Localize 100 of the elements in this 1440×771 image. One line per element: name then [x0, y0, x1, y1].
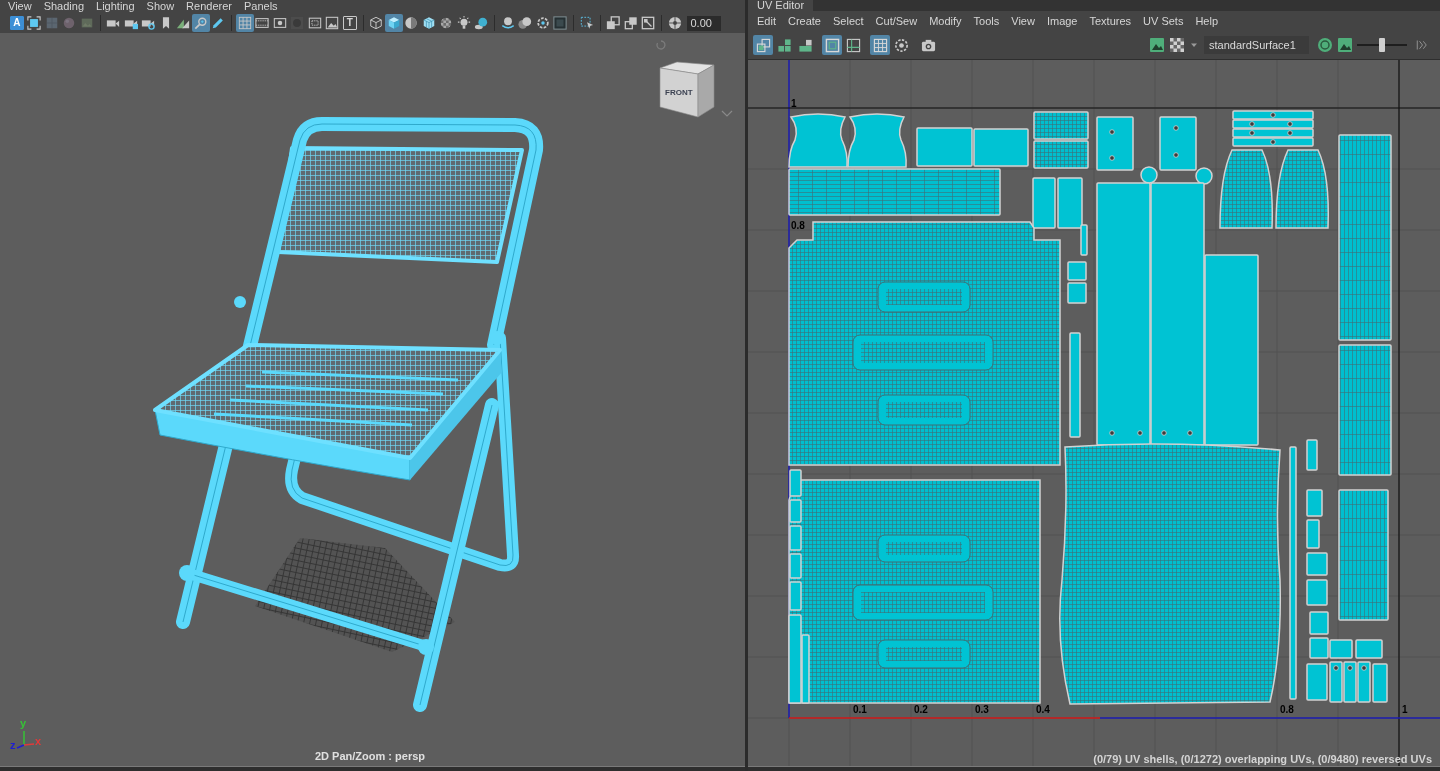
menu-item[interactable]: View — [1011, 14, 1035, 28]
uv-shell — [1372, 663, 1388, 703]
texture-slider[interactable] — [1357, 38, 1407, 52]
light-bulb-icon — [456, 16, 471, 30]
grid-label: 0.4 — [1036, 704, 1050, 715]
axis-gizmo-icon — [16, 730, 35, 749]
menu-item[interactable]: Image — [1046, 14, 1078, 28]
menu-item[interactable]: UV Sets — [1143, 14, 1184, 28]
picture-button[interactable] — [323, 14, 341, 32]
light-bulb-button[interactable] — [455, 14, 473, 32]
two-spheres-button[interactable] — [516, 14, 534, 32]
menu-item[interactable]: Edit — [757, 14, 776, 28]
dashed-ring-icon — [535, 16, 550, 30]
grid-label: 0.1 — [853, 704, 867, 715]
uv-shell — [1306, 519, 1320, 549]
frame-button[interactable] — [25, 14, 43, 32]
menu-item[interactable]: Help — [1195, 14, 1219, 28]
grid-label: 1 — [791, 98, 797, 109]
cube-face-label: FRONT — [665, 88, 693, 97]
uv-shell — [1306, 579, 1328, 606]
grid-label: 0.8 — [791, 220, 805, 231]
uv-shell — [1357, 661, 1371, 703]
aperture-button[interactable] — [666, 14, 684, 32]
camera-label: 2D Pan/Zoom : persp — [315, 750, 426, 762]
dark-square-button[interactable] — [551, 14, 569, 32]
uv-shell — [1306, 489, 1323, 517]
grid-label: 0.3 — [975, 704, 989, 715]
uv-shell — [1067, 282, 1087, 304]
grid-label: 1 — [1402, 704, 1408, 715]
menu-item[interactable]: Show — [146, 0, 175, 13]
menu-item[interactable]: View — [8, 0, 32, 13]
menu-item[interactable]: Panels — [243, 0, 278, 13]
uv-shell — [1309, 611, 1329, 635]
grid-label: 0.2 — [914, 704, 928, 715]
diagonal-square-icon — [641, 16, 656, 30]
uv-shell — [1355, 639, 1383, 659]
uv-shell — [1033, 111, 1089, 140]
pencil-icon — [211, 16, 226, 30]
stacked-squares-icon — [623, 16, 638, 30]
stacked-squares-button[interactable] — [622, 14, 640, 32]
half-shaded-sphere-button[interactable] — [402, 14, 420, 32]
grid-icon — [237, 16, 252, 30]
overlapping-squares-button[interactable] — [604, 14, 622, 32]
two-spheres-icon — [518, 16, 533, 30]
menu-item[interactable]: Tools — [973, 14, 1000, 28]
dark-square-icon — [553, 16, 568, 30]
dashed-ring-icon — [893, 37, 909, 53]
frame-icon — [27, 16, 42, 30]
grid-label: 0.8 — [1280, 704, 1294, 715]
menu-item[interactable]: Lighting — [96, 0, 135, 13]
half-shaded-sphere-icon — [404, 16, 419, 30]
diagonal-square-button[interactable] — [639, 14, 657, 32]
menu-item[interactable]: Textures — [1089, 14, 1132, 28]
split-square-icon — [845, 37, 861, 53]
shaded-cube-icon — [386, 16, 401, 30]
uv-shell — [1329, 639, 1353, 659]
uv-shell — [1343, 661, 1357, 703]
tile-icon — [44, 16, 59, 30]
picture-icon[interactable] — [1337, 37, 1353, 53]
wireframe-cube-button[interactable] — [367, 14, 385, 32]
stacked-squares-button[interactable] — [753, 35, 773, 55]
menu-item[interactable]: Shading — [43, 0, 85, 13]
menu-item[interactable]: Create — [787, 14, 821, 28]
sphere-bowl-icon — [500, 16, 515, 30]
camera-icon — [920, 37, 936, 53]
uv-shell — [1033, 140, 1089, 169]
uv-shell — [1306, 552, 1328, 576]
overlapping-squares-icon — [606, 16, 621, 30]
film-strip-icon — [255, 16, 270, 30]
cursor-select-icon — [579, 16, 594, 30]
slider-thumb[interactable] — [1379, 38, 1385, 52]
panel-tab[interactable]: UV Editor — [748, 0, 814, 11]
sphere-shadow-icon — [474, 16, 489, 30]
status-text: (0/79) UV shells, (0/1272) overlapping UVs, (0/9480) reversed UVs — [1093, 752, 1432, 766]
menu-item[interactable]: Select — [833, 14, 864, 28]
expand-handle-icon[interactable] — [1415, 39, 1427, 51]
sphere-icon — [62, 16, 77, 30]
checkered-disc-icon — [439, 16, 454, 30]
menu-item[interactable]: Modify — [929, 14, 962, 28]
uv-shell — [1309, 637, 1329, 659]
picture-icon — [325, 16, 340, 30]
magnifier-button[interactable] — [192, 14, 210, 32]
caret-icon[interactable] — [1190, 41, 1198, 49]
grid-icon — [872, 37, 888, 53]
menu-item[interactable]: Renderer — [186, 0, 232, 13]
menu-item[interactable]: Cut/Sew — [875, 14, 918, 28]
exposure-field[interactable]: 0.00 — [686, 15, 721, 31]
color-channels-icon[interactable] — [1317, 37, 1333, 53]
uv-shell — [1067, 261, 1087, 281]
picture-icon[interactable] — [1149, 37, 1165, 53]
nested-squares-icon — [824, 37, 840, 53]
checker-icon[interactable] — [1169, 37, 1185, 53]
view-cube[interactable] — [659, 61, 715, 118]
grid-cube-icon — [421, 16, 436, 30]
grid-button[interactable] — [870, 35, 890, 55]
nested-squares-button[interactable] — [822, 35, 842, 55]
shaded-cube-button[interactable] — [385, 14, 403, 32]
blocks-icon — [776, 37, 792, 53]
material-field[interactable]: standardSurface1 — [1204, 36, 1309, 54]
letter-button[interactable]: T — [342, 16, 357, 30]
